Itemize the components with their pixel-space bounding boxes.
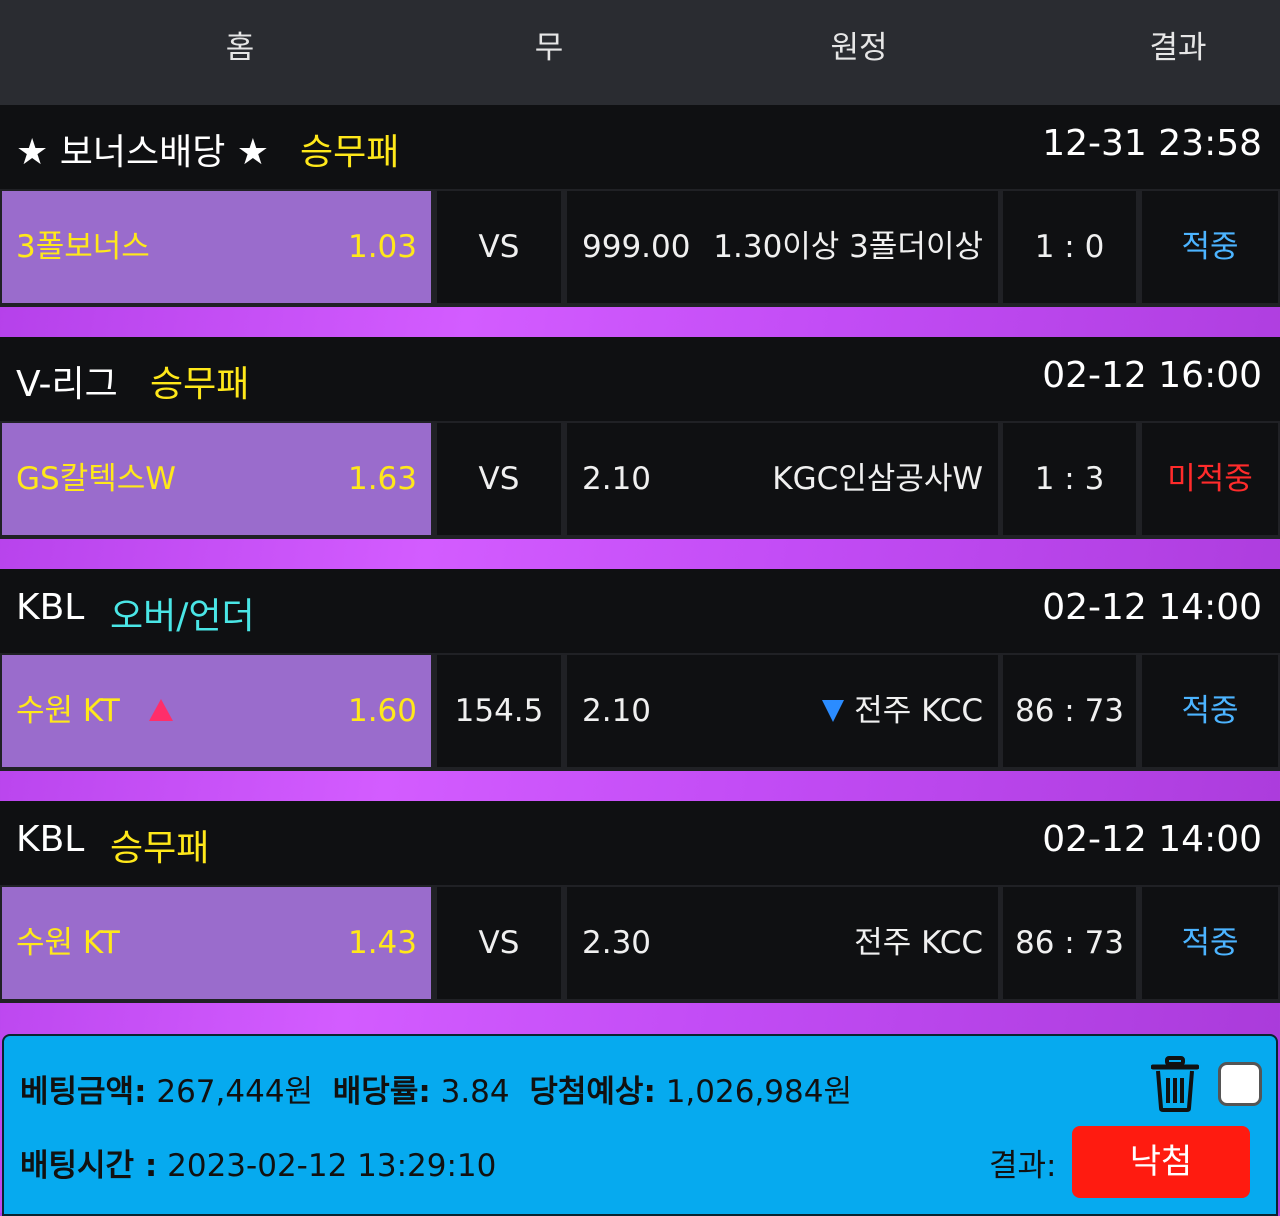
draw-value: VS bbox=[478, 925, 520, 961]
bet-summary-panel: 베팅금액: 267,444원 배당률: 3.84 당첨예상: 1,026,984… bbox=[2, 1034, 1278, 1216]
draw-cell[interactable]: VS bbox=[437, 191, 561, 303]
home-cell[interactable]: 수원 KT 1.60 bbox=[2, 655, 431, 767]
home-team: GS칼텍스W bbox=[16, 461, 176, 497]
score-cell: 1 : 0 bbox=[1003, 191, 1136, 303]
group-title: V-리그 승무패 02-12 16:00 bbox=[0, 337, 1280, 421]
league-name: KBL bbox=[16, 819, 85, 860]
result-status: 적중 bbox=[1181, 693, 1239, 729]
header-result: 결과 bbox=[1149, 30, 1207, 66]
away-cell[interactable]: 999.00 1.30이상 3폴더이상 bbox=[567, 191, 998, 303]
bet-amount: 267,444원 bbox=[156, 1074, 314, 1110]
score-cell: 86 : 73 bbox=[1003, 655, 1136, 767]
league-name: ★ 보너스배당 ★ bbox=[16, 132, 270, 173]
match-time: 12-31 23:58 bbox=[1042, 123, 1262, 164]
home-odds: 1.60 bbox=[347, 693, 417, 729]
away-team: 전주 KCC bbox=[854, 925, 983, 961]
home-odds: 1.63 bbox=[347, 461, 417, 497]
home-team-wrap: 수원 KT bbox=[16, 691, 174, 731]
draw-value: 154.5 bbox=[454, 693, 544, 729]
away-cell[interactable]: 2.30 전주 KCC bbox=[567, 887, 998, 999]
match-time: 02-12 16:00 bbox=[1042, 355, 1262, 396]
score: 1 : 3 bbox=[1034, 461, 1105, 497]
home-cell[interactable]: 수원 KT 1.43 bbox=[2, 887, 431, 999]
draw-cell[interactable]: 154.5 bbox=[437, 655, 561, 767]
header-away: 원정 bbox=[830, 30, 888, 66]
league-name: KBL bbox=[16, 587, 85, 628]
bet-time-line: 배팅시간 : 2023-02-12 13:29:10 bbox=[20, 1140, 496, 1185]
match-row: 3폴보너스 1.03 VS 999.00 1.30이상 3폴더이상 1 : 0 … bbox=[0, 189, 1280, 307]
match-time: 02-12 14:00 bbox=[1042, 587, 1262, 628]
result-label: 결과: bbox=[989, 1148, 1057, 1184]
home-odds: 1.43 bbox=[347, 925, 417, 961]
down-triangle-icon bbox=[822, 699, 845, 722]
home-cell[interactable]: GS칼텍스W 1.63 bbox=[2, 423, 431, 535]
bet-type: 오버/언더 bbox=[110, 596, 255, 637]
result-cell: 적중 bbox=[1142, 887, 1278, 999]
table-header: 홈 무 원정 결과 bbox=[0, 0, 1280, 105]
bet-time-label: 배팅시간 : bbox=[20, 1148, 158, 1184]
group-title: KBL 승무패 02-12 14:00 bbox=[0, 801, 1280, 885]
away-team-wrap: 전주 KCC bbox=[822, 691, 983, 731]
away-odds: 2.10 bbox=[582, 693, 652, 729]
away-odds: 999.00 bbox=[582, 229, 691, 265]
draw-cell[interactable]: VS bbox=[437, 423, 561, 535]
score-cell: 1 : 3 bbox=[1003, 423, 1136, 535]
expected-value: 1,026,984원 bbox=[665, 1074, 852, 1110]
lose-result-button[interactable]: 낙첨 bbox=[1072, 1126, 1250, 1198]
bet-type: 승무패 bbox=[110, 828, 210, 869]
away-team: 전주 KCC bbox=[854, 693, 983, 729]
away-cell[interactable]: 2.10 KGC인삼공사W bbox=[567, 423, 998, 535]
home-team: 수원 KT bbox=[16, 925, 120, 961]
draw-value: VS bbox=[478, 229, 520, 265]
home-odds: 1.03 bbox=[347, 229, 417, 265]
away-cell[interactable]: 2.10 전주 KCC bbox=[567, 655, 998, 767]
expected-label: 당첨예상: bbox=[529, 1074, 656, 1110]
draw-cell[interactable]: VS bbox=[437, 887, 561, 999]
home-cell[interactable]: 3폴보너스 1.03 bbox=[2, 191, 431, 303]
away-team: 1.30이상 3폴더이상 bbox=[713, 229, 983, 265]
draw-value: VS bbox=[478, 461, 520, 497]
away-odds: 2.10 bbox=[582, 461, 652, 497]
result-status: 적중 bbox=[1181, 925, 1239, 961]
home-team: 수원 KT bbox=[16, 693, 120, 729]
score-cell: 86 : 73 bbox=[1003, 887, 1136, 999]
away-team: KGC인삼공사W bbox=[772, 461, 983, 497]
header-draw: 무 bbox=[534, 30, 564, 66]
odds-value: 3.84 bbox=[440, 1074, 510, 1110]
up-triangle-icon bbox=[149, 698, 174, 721]
league-name: V-리그 bbox=[16, 364, 118, 405]
odds-label: 배당률: bbox=[332, 1074, 431, 1110]
match-row: GS칼텍스W 1.63 VS 2.10 KGC인삼공사W 1 : 3 미적중 bbox=[0, 421, 1280, 539]
match-time: 02-12 14:00 bbox=[1042, 819, 1262, 860]
bet-summary-line: 베팅금액: 267,444원 배당률: 3.84 당첨예상: 1,026,984… bbox=[20, 1066, 852, 1111]
score: 1 : 0 bbox=[1034, 229, 1105, 265]
bet-amount-label: 베팅금액: bbox=[20, 1074, 147, 1110]
result-status: 미적중 bbox=[1167, 461, 1253, 497]
bet-type: 승무패 bbox=[150, 364, 250, 405]
home-team: 3폴보너스 bbox=[16, 229, 150, 265]
match-row: 수원 KT 1.60 154.5 2.10 전주 KCC 86 : 73 적중 bbox=[0, 653, 1280, 771]
away-odds: 2.30 bbox=[582, 925, 652, 961]
group-title: ★ 보너스배당 ★ 승무패 12-31 23:58 bbox=[0, 105, 1280, 189]
header-home: 홈 bbox=[225, 30, 255, 66]
select-checkbox[interactable] bbox=[1218, 1062, 1262, 1106]
result-cell: 미적중 bbox=[1142, 423, 1278, 535]
result-cell: 적중 bbox=[1142, 655, 1278, 767]
result-cell: 적중 bbox=[1142, 191, 1278, 303]
match-row: 수원 KT 1.43 VS 2.30 전주 KCC 86 : 73 적중 bbox=[0, 885, 1280, 1003]
score: 86 : 73 bbox=[1014, 693, 1125, 729]
result-status: 적중 bbox=[1181, 229, 1239, 265]
bet-type: 승무패 bbox=[300, 132, 400, 173]
score: 86 : 73 bbox=[1014, 925, 1125, 961]
group-title: KBL 오버/언더 02-12 14:00 bbox=[0, 569, 1280, 653]
trash-icon[interactable] bbox=[1151, 1056, 1199, 1112]
bet-time: 2023-02-12 13:29:10 bbox=[167, 1148, 497, 1184]
